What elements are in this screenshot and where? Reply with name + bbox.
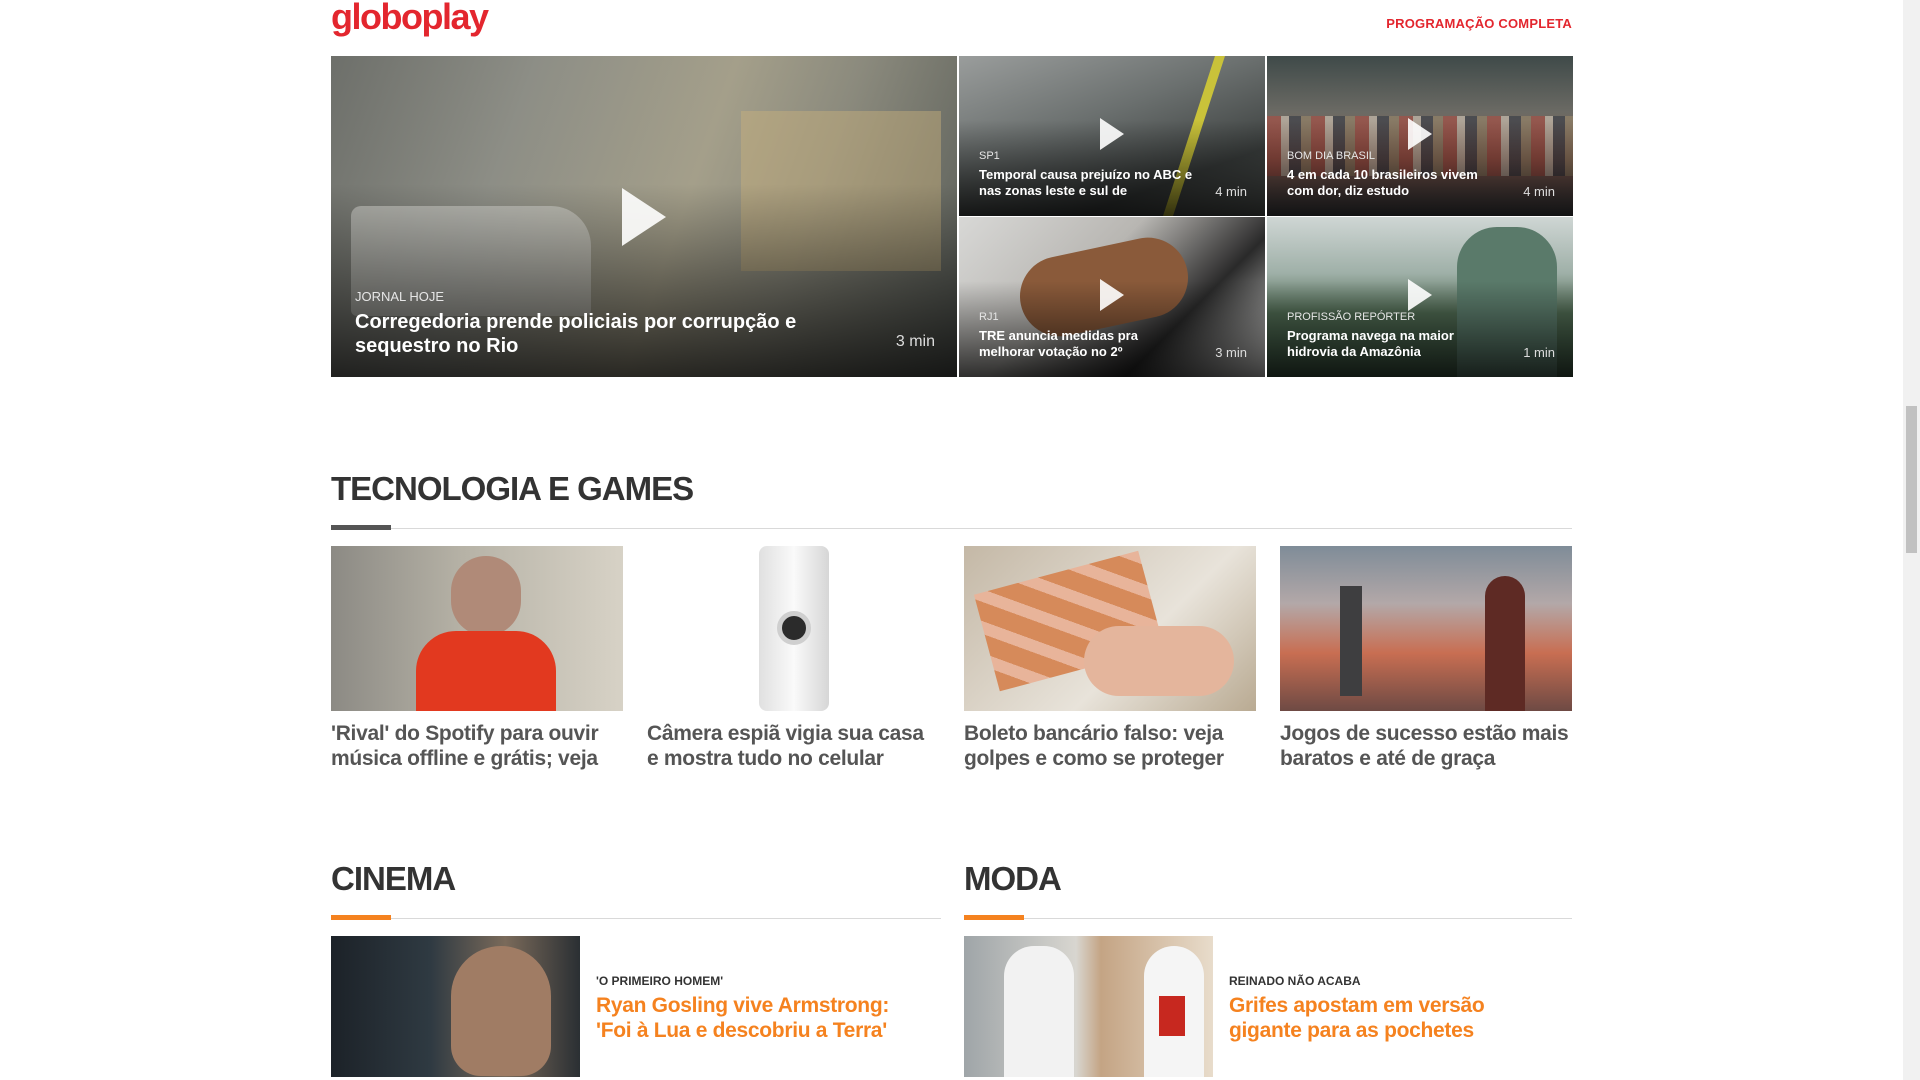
- video-tile[interactable]: RJ1 TRE anuncia medidas pra melhorar vot…: [959, 217, 1265, 377]
- video-duration: 1 min: [1523, 345, 1555, 360]
- play-icon: [1100, 118, 1124, 150]
- section-accent: [331, 915, 391, 920]
- section-accent: [331, 525, 391, 530]
- video-program: JORNAL HOJE: [355, 289, 445, 304]
- video-title[interactable]: 4 em cada 10 brasileiros vivem com dor, …: [1287, 167, 1502, 198]
- video-tile[interactable]: PROFISSÃO REPÓRTER Programa navega na ma…: [1267, 217, 1573, 377]
- globoplay-logo[interactable]: globoplay: [331, 0, 489, 38]
- video-tile[interactable]: BOM DIA BRASIL 4 em cada 10 brasileiros …: [1267, 56, 1573, 216]
- video-title[interactable]: Programa navega na maior hidrovia da Ama…: [1287, 328, 1502, 359]
- article-title[interactable]: Câmera espiã vigia sua casa e mostra tud…: [647, 721, 939, 771]
- section-header-tech: TECNOLOGIA E GAMES: [331, 470, 1572, 530]
- article-kicker: REINADO NÃO ACABA: [1229, 974, 1361, 988]
- section-title[interactable]: CINEMA: [331, 860, 941, 898]
- video-program: BOM DIA BRASIL: [1287, 150, 1376, 162]
- article-image: [964, 936, 1213, 1077]
- section-header-cinema: CINEMA: [331, 860, 941, 920]
- feature-cinema[interactable]: 'O PRIMEIRO HOMEM' Ryan Gosling vive Arm…: [331, 936, 941, 1077]
- scrollbar-thumb[interactable]: [1906, 406, 1917, 553]
- article-kicker: 'O PRIMEIRO HOMEM': [596, 974, 724, 988]
- article-card[interactable]: Jogos de sucesso estão mais baratos e at…: [1280, 546, 1572, 771]
- article-image: [331, 936, 580, 1077]
- play-icon: [1100, 279, 1124, 311]
- video-duration: 3 min: [1215, 345, 1247, 360]
- article-title[interactable]: Jogos de sucesso estão mais baratos e at…: [1280, 721, 1572, 771]
- video-title[interactable]: Temporal causa prejuízo no ABC e nas zon…: [979, 167, 1194, 198]
- video-grid: JORNAL HOJE Corregedoria prende policiai…: [331, 56, 1573, 377]
- section-header-moda: MODA: [964, 860, 1572, 920]
- feature-moda[interactable]: REINADO NÃO ACABA Grifes apostam em vers…: [964, 936, 1572, 1077]
- video-program: PROFISSÃO REPÓRTER: [1287, 311, 1416, 323]
- video-title[interactable]: TRE anuncia medidas pra melhorar votação…: [979, 328, 1194, 359]
- article-title[interactable]: Ryan Gosling vive Armstrong: 'Foi à Lua …: [596, 994, 916, 1043]
- vertical-scrollbar[interactable]: [1903, 0, 1920, 1080]
- video-tile-main[interactable]: JORNAL HOJE Corregedoria prende policiai…: [331, 56, 957, 377]
- video-duration: 4 min: [1523, 184, 1555, 199]
- section-title[interactable]: TECNOLOGIA E GAMES: [331, 470, 1572, 508]
- article-image: [964, 546, 1256, 711]
- full-schedule-link[interactable]: PROGRAMAÇÃO COMPLETA: [1386, 16, 1572, 31]
- play-icon: [1408, 118, 1432, 150]
- article-title[interactable]: Grifes apostam em versão gigante para as…: [1229, 994, 1549, 1043]
- video-title[interactable]: Corregedoria prende policiais por corrup…: [355, 310, 875, 358]
- article-title[interactable]: Boleto bancário falso: veja golpes e com…: [964, 721, 1256, 771]
- video-tile[interactable]: SP1 Temporal causa prejuízo no ABC e nas…: [959, 56, 1265, 216]
- article-title[interactable]: 'Rival' do Spotify para ouvir música off…: [331, 721, 623, 771]
- play-icon: [1408, 279, 1432, 311]
- video-program: RJ1: [979, 311, 999, 323]
- article-image: [331, 546, 623, 711]
- article-card[interactable]: 'Rival' do Spotify para ouvir música off…: [331, 546, 623, 771]
- section-title[interactable]: MODA: [964, 860, 1572, 898]
- article-card[interactable]: Boleto bancário falso: veja golpes e com…: [964, 546, 1256, 771]
- section-accent: [964, 915, 1024, 920]
- article-image: [1280, 546, 1572, 711]
- article-image: [647, 546, 939, 711]
- play-icon: [622, 188, 666, 246]
- video-duration: 3 min: [895, 333, 935, 350]
- video-program: SP1: [979, 150, 1000, 162]
- article-card[interactable]: Câmera espiã vigia sua casa e mostra tud…: [647, 546, 939, 771]
- globoplay-header: globoplay PROGRAMAÇÃO COMPLETA: [331, 0, 1572, 46]
- video-duration: 4 min: [1215, 184, 1247, 199]
